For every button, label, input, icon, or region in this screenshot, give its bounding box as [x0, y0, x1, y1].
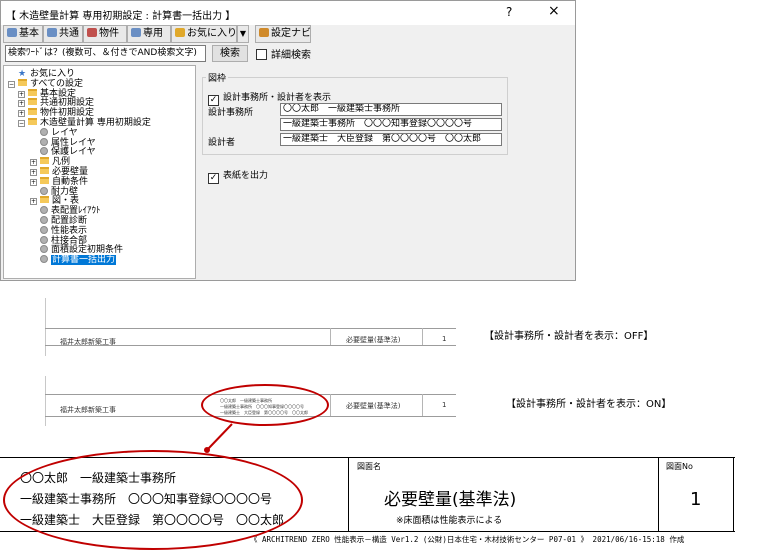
tb-number-label: 図面No	[666, 462, 693, 471]
tb-footer: 《 ARCHITREND ZERO 性能表示－構造 Ver1.2 (公財)日本住…	[250, 535, 685, 544]
tb-right-line	[733, 457, 734, 531]
tb-sep2	[658, 457, 659, 531]
tb-note: ※床面積は性能表示による	[396, 516, 503, 526]
tb-number: 1	[690, 489, 702, 510]
tb-drawing-name: 必要壁量(基準法)	[384, 490, 517, 510]
highlight-large-ellipse	[3, 450, 303, 550]
tb-drawing-name-label: 図面名	[357, 462, 381, 471]
tb-sep1	[348, 457, 349, 531]
